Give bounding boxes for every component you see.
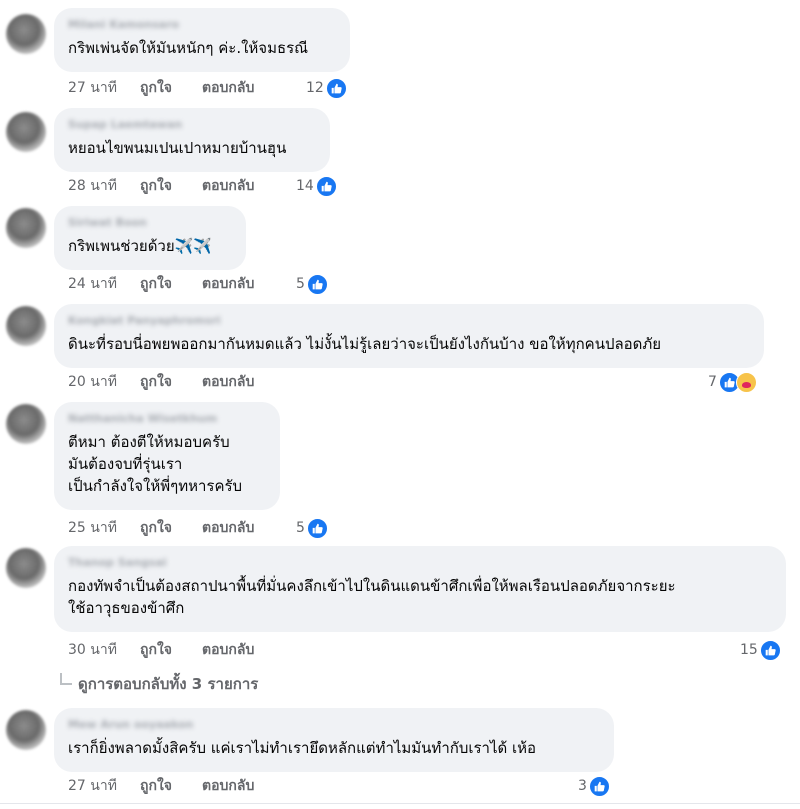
comment-text: หยอนไขพนมเปนเปาหมายบ้านฮุน	[68, 137, 316, 159]
reply-button[interactable]: ตอบกลับ	[202, 518, 254, 538]
avatar[interactable]	[6, 548, 46, 588]
reaction-summary[interactable]: 12	[306, 77, 347, 99]
reply-button[interactable]: ตอบกลับ	[202, 640, 254, 660]
comment-line: ดินะที่รอบนี่อพยพออกมากันหมดแล้ว ไม่งั้น…	[68, 335, 662, 353]
comment-author[interactable]: Supap Laemtawan	[68, 118, 316, 131]
like-button[interactable]: ถูกใจ	[140, 274, 202, 294]
comment-time[interactable]: 20 นาที	[68, 372, 140, 392]
reply-button[interactable]: ตอบกลับ	[202, 78, 254, 98]
like-button[interactable]: ถูกใจ	[140, 372, 202, 392]
reaction-summary[interactable]: 5	[296, 273, 328, 295]
comment-time[interactable]: 27 นาที	[68, 776, 140, 796]
comment-author[interactable]: Thanop Sangsai	[68, 556, 772, 569]
like-button[interactable]: ถูกใจ	[140, 78, 202, 98]
reaction-count: 5	[296, 520, 305, 536]
comment-bubble: Milani Kamonsaro กริพเพ่นจัดให้มันหนักๆ …	[54, 8, 350, 72]
reaction-summary[interactable]: 14	[296, 175, 337, 197]
comment-time[interactable]: 25 นาที	[68, 518, 140, 538]
comment-bubble: Siriwat Boon กริพเพนช่วยด้วย✈️✈️	[54, 206, 246, 270]
reply-button[interactable]: ตอบกลับ	[202, 274, 254, 294]
comment-actions: 30 นาที ถูกใจ ตอบกลับ	[68, 640, 254, 660]
comment-line: เราก็ยิ่งพลาดมั้งสิครับ แค่เราไม่ทำเรายึ…	[68, 739, 537, 757]
comment-text: กริพเพนช่วยด้วย✈️✈️	[68, 235, 232, 257]
comment-author[interactable]: Mew Arun ooyaakon	[68, 718, 600, 731]
avatar[interactable]	[6, 208, 46, 248]
thumbs-up-icon	[306, 517, 328, 539]
comment-time[interactable]: 27 นาที	[68, 78, 140, 98]
view-replies-link[interactable]: ดูการตอบกลับทั้ง 3 รายการ	[60, 672, 258, 696]
avatar[interactable]	[6, 112, 46, 152]
reaction-summary[interactable]: 5	[296, 517, 328, 539]
comment-bubble: Thanop Sangsai กองทัพจำเป็นต้องสถาปนาพื้…	[54, 546, 786, 632]
like-button[interactable]: ถูกใจ	[140, 518, 202, 538]
view-replies-label: ดูการตอบกลับทั้ง 3 รายการ	[78, 675, 259, 693]
reaction-count: 3	[578, 778, 587, 794]
thumbs-up-icon	[588, 775, 610, 797]
like-button[interactable]: ถูกใจ	[140, 640, 202, 660]
like-button[interactable]: ถูกใจ	[140, 176, 202, 196]
comment-author[interactable]: Natthanicha Wisetkhum	[68, 412, 266, 425]
thumbs-up-icon	[759, 639, 781, 661]
reply-thread-connector-icon	[60, 673, 72, 685]
comment-bubble: Mew Arun ooyaakon เราก็ยิ่งพลาดมั้งสิครั…	[54, 708, 614, 772]
comment-bubble: Natthanicha Wisetkhum ตีหมา ต้องตีให้หมอ…	[54, 402, 280, 510]
reaction-count: 12	[306, 80, 324, 96]
comment-text: กองทัพจำเป็นต้องสถาปนาพื้นที่มั่นคงลึกเข…	[68, 575, 772, 619]
thumbs-up-icon	[306, 273, 328, 295]
comment-time[interactable]: 28 นาที	[68, 176, 140, 196]
comment-actions: 27 นาที ถูกใจ ตอบกลับ	[68, 78, 254, 98]
reaction-count: 5	[296, 276, 305, 292]
comment-text: กริพเพ่นจัดให้มันหนักๆ ค่ะ.ให้จมธรณี	[68, 37, 336, 59]
divider	[0, 803, 800, 804]
comment-line: กริพเพนช่วยด้วย✈️✈️	[68, 237, 212, 255]
thumbs-up-icon	[325, 77, 347, 99]
comment-actions: 28 นาที ถูกใจ ตอบกลับ	[68, 176, 254, 196]
like-button[interactable]: ถูกใจ	[140, 776, 202, 796]
reaction-count: 14	[296, 178, 314, 194]
comment-bubble: Kongkiat Panyaphromsri ดินะที่รอบนี่อพยพ…	[54, 304, 764, 368]
reply-button[interactable]: ตอบกลับ	[202, 372, 254, 392]
comment-text: ดินะที่รอบนี่อพยพออกมากันหมดแล้ว ไม่งั้น…	[68, 333, 750, 355]
comment-line: ตีหมา ต้องตีให้หมอบครับ	[68, 433, 230, 451]
reply-button[interactable]: ตอบกลับ	[202, 176, 254, 196]
comment-line: มันต้องจบที่รุ่นเรา	[68, 455, 183, 473]
comment-time[interactable]: 24 นาที	[68, 274, 140, 294]
comment-actions: 24 นาที ถูกใจ ตอบกลับ	[68, 274, 254, 294]
comment-bubble: Supap Laemtawan หยอนไขพนมเปนเปาหมายบ้านฮ…	[54, 108, 330, 172]
avatar[interactable]	[6, 404, 46, 444]
comment-actions: 25 นาที ถูกใจ ตอบกลับ	[68, 518, 254, 538]
comment-text: ตีหมา ต้องตีให้หมอบครับ มันต้องจบที่รุ่น…	[68, 431, 266, 497]
thumbs-up-icon	[315, 175, 337, 197]
comment-line: กริพเพ่นจัดให้มันหนักๆ ค่ะ.ให้จมธรณี	[68, 39, 309, 57]
comment-line: หยอนไขพนมเปนเปาหมายบ้านฮุน	[68, 139, 287, 157]
comment-actions: 27 นาที ถูกใจ ตอบกลับ	[68, 776, 254, 796]
avatar[interactable]	[6, 710, 46, 750]
comment-actions: 20 นาที ถูกใจ ตอบกลับ	[68, 372, 254, 392]
comment-text: เราก็ยิ่งพลาดมั้งสิครับ แค่เราไม่ทำเรายึ…	[68, 737, 600, 759]
reaction-summary[interactable]: 15	[740, 639, 781, 661]
reaction-count: 7	[708, 374, 717, 390]
comment-author[interactable]: Kongkiat Panyaphromsri	[68, 314, 750, 327]
comment-time[interactable]: 30 นาที	[68, 640, 140, 660]
comment-author[interactable]: Milani Kamonsaro	[68, 18, 336, 31]
reaction-count: 15	[740, 642, 758, 658]
avatar[interactable]	[6, 14, 46, 54]
comment-author[interactable]: Siriwat Boon	[68, 216, 232, 229]
avatar[interactable]	[6, 306, 46, 346]
comment-line: ใช้อาวุธของข้าศึก	[68, 599, 185, 617]
reaction-summary[interactable]: 3	[578, 775, 610, 797]
comment-line: กองทัพจำเป็นต้องสถาปนาพื้นที่มั่นคงลึกเข…	[68, 577, 676, 595]
care-reaction-icon	[735, 371, 757, 393]
comment-line: เป็นกำลังใจให้พี่ๆทหารครับ	[68, 477, 243, 495]
reaction-summary[interactable]: 7	[708, 371, 757, 393]
reply-button[interactable]: ตอบกลับ	[202, 776, 254, 796]
